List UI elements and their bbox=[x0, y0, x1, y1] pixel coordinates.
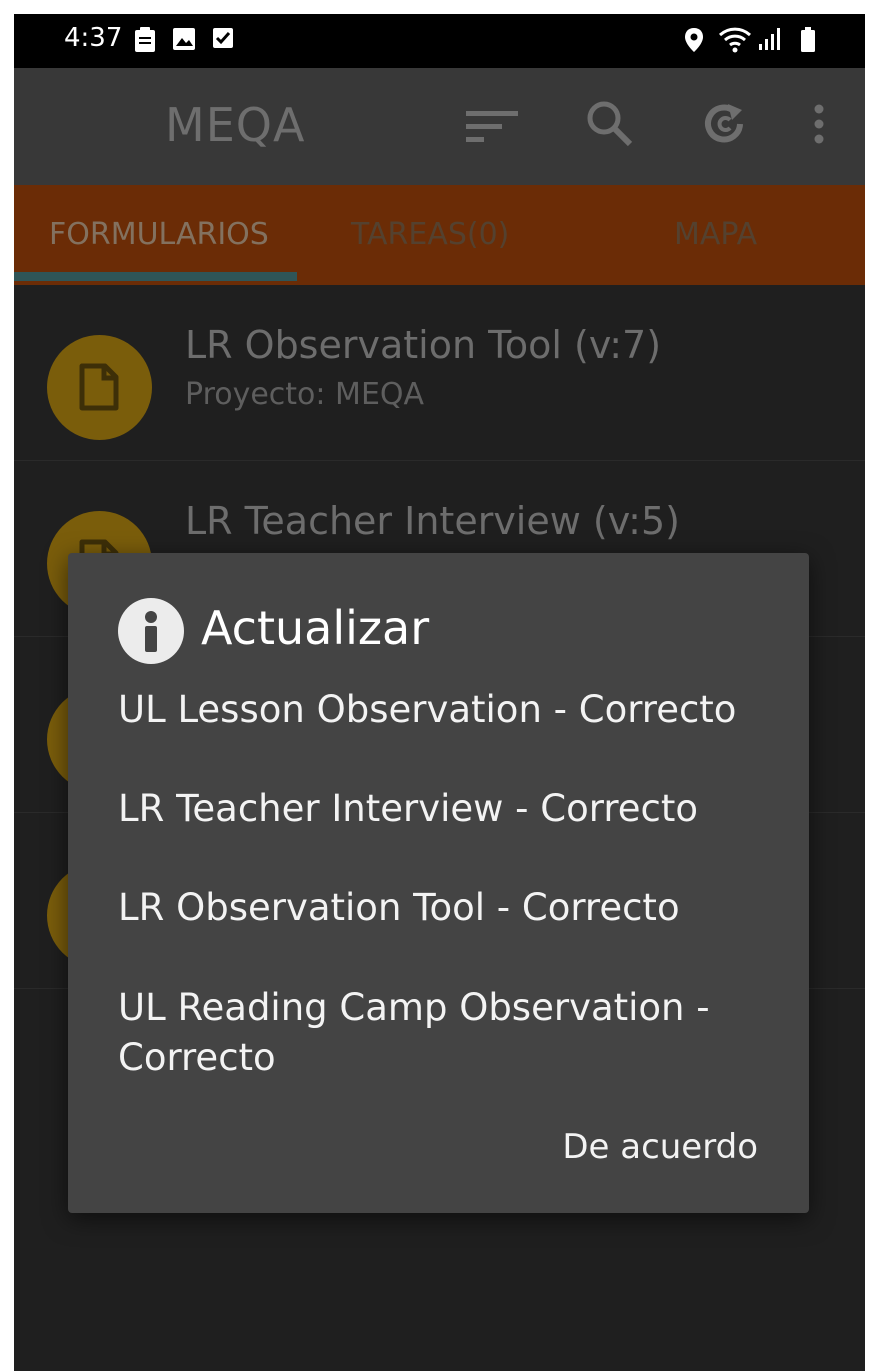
dialog-title: Actualizar bbox=[201, 601, 430, 655]
location-icon bbox=[684, 27, 704, 57]
form-project: Proyecto: MEQA bbox=[185, 377, 425, 412]
clipboard-icon bbox=[134, 27, 156, 57]
dialog-message: LR Teacher Interview - Correcto bbox=[118, 787, 698, 830]
update-dialog: Actualizar UL Lesson Observation - Corre… bbox=[68, 553, 809, 1213]
dialog-message: LR Observation Tool - Correcto bbox=[118, 886, 680, 929]
tab-mapa[interactable]: MAPA bbox=[674, 217, 757, 252]
status-time: 4:37 bbox=[64, 23, 123, 53]
tab-bar: FORMULARIOS TAREAS(0) MAPA bbox=[14, 185, 865, 285]
dialog-message: UL Lesson Observation - Correcto bbox=[118, 688, 737, 731]
app-title: MEQA bbox=[165, 98, 306, 152]
tab-tareas[interactable]: TAREAS(0) bbox=[351, 217, 509, 252]
app-bar: MEQA bbox=[14, 68, 865, 185]
info-icon bbox=[118, 598, 184, 664]
signal-icon bbox=[758, 27, 784, 55]
status-bar: 4:37 bbox=[14, 14, 865, 68]
refresh-icon[interactable] bbox=[700, 100, 748, 152]
ok-button[interactable]: De acuerdo bbox=[558, 1127, 758, 1167]
tab-formularios[interactable]: FORMULARIOS bbox=[49, 217, 269, 252]
dialog-message: UL Reading Camp Observation - Correcto bbox=[118, 986, 710, 1079]
tab-indicator bbox=[14, 272, 297, 281]
form-name: LR Teacher Interview (v:5) bbox=[185, 499, 680, 543]
list-item[interactable]: LR Observation Tool (v:7) Proyecto: MEQA bbox=[14, 285, 865, 461]
image-icon bbox=[172, 27, 196, 55]
battery-icon bbox=[800, 27, 816, 57]
sort-icon[interactable] bbox=[466, 110, 518, 148]
checkbox-icon bbox=[212, 27, 234, 53]
search-icon[interactable] bbox=[584, 98, 634, 152]
wifi-icon bbox=[718, 27, 752, 57]
document-icon bbox=[47, 335, 152, 440]
phone-screen: 4:37 MEQA FORMULARIOS TAREAS(0) MAPA LR … bbox=[14, 14, 865, 1371]
form-name: LR Observation Tool (v:7) bbox=[185, 323, 662, 367]
more-icon[interactable] bbox=[814, 104, 824, 148]
